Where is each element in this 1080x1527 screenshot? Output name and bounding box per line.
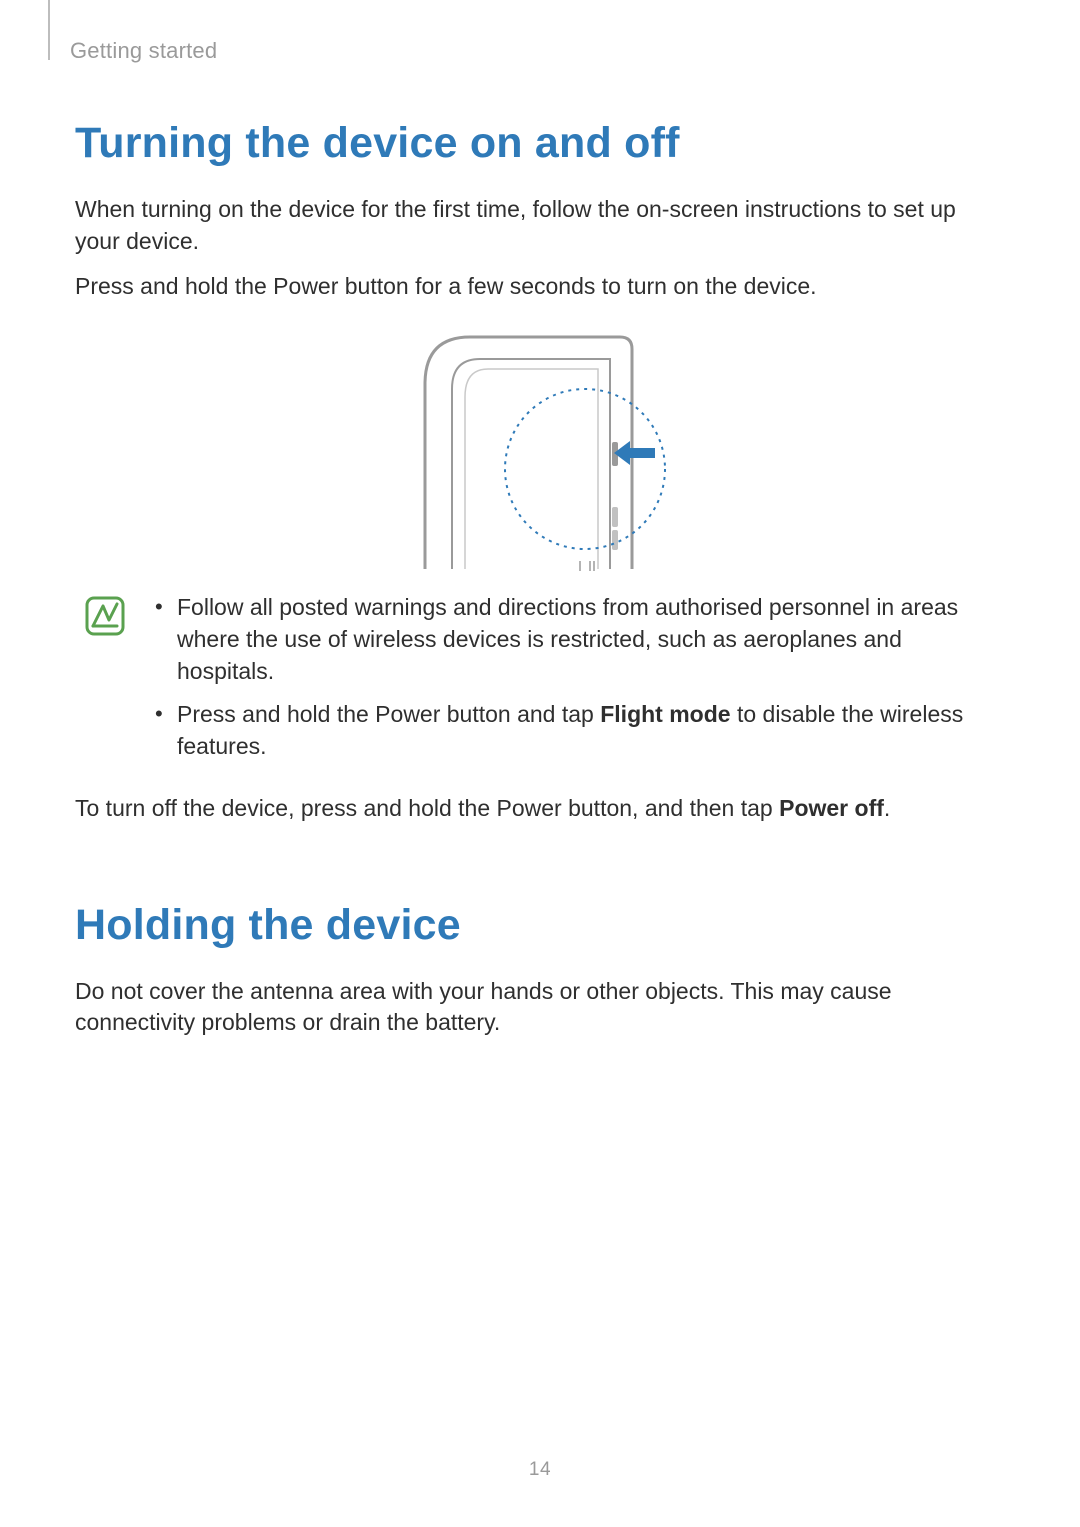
note-icon bbox=[85, 596, 125, 775]
paragraph: Do not cover the antenna area with your … bbox=[75, 976, 1005, 1039]
bullet-text-prefix: Press and hold the Power button and tap bbox=[177, 701, 600, 727]
paragraph: When turning on the device for the first… bbox=[75, 194, 1005, 257]
heading-turning-device-on-off: Turning the device on and off bbox=[75, 119, 1005, 168]
paragraph-bold: Power off bbox=[779, 795, 884, 821]
figure-power-button bbox=[75, 329, 1005, 574]
paragraph-prefix: To turn off the device, press and hold t… bbox=[75, 795, 779, 821]
chapter-label: Getting started bbox=[70, 38, 1005, 64]
paragraph-suffix: . bbox=[884, 795, 890, 821]
note-callout: Follow all posted warnings and direction… bbox=[75, 592, 1005, 775]
note-bullet: Follow all posted warnings and direction… bbox=[155, 592, 995, 687]
page-number: 14 bbox=[0, 1459, 1080, 1481]
bullet-text-bold: Flight mode bbox=[600, 701, 730, 727]
paragraph: To turn off the device, press and hold t… bbox=[75, 793, 1005, 825]
note-bullet: Press and hold the Power button and tap … bbox=[155, 699, 995, 762]
heading-holding-the-device: Holding the device bbox=[75, 901, 1005, 950]
paragraph: Press and hold the Power button for a fe… bbox=[75, 271, 1005, 303]
bullet-text: Follow all posted warnings and direction… bbox=[177, 594, 958, 683]
